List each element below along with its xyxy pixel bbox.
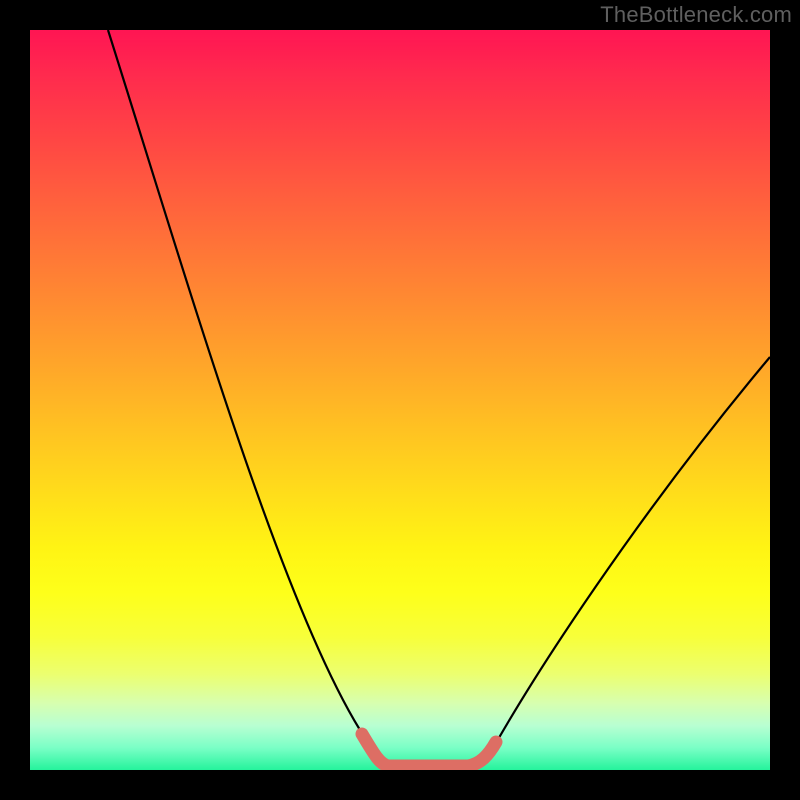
watermark-text: TheBottleneck.com bbox=[600, 2, 792, 28]
highlight-segment bbox=[362, 734, 496, 766]
bottleneck-curve bbox=[108, 30, 770, 766]
curve-svg bbox=[30, 30, 770, 770]
chart-stage: TheBottleneck.com bbox=[0, 0, 800, 800]
plot-area bbox=[30, 30, 770, 770]
